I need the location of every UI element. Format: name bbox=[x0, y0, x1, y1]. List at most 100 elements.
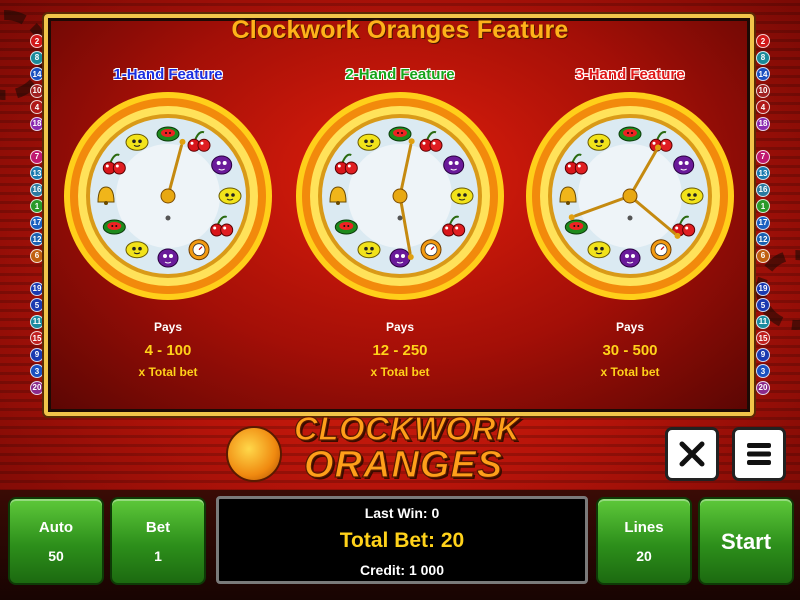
watermelon-icon bbox=[564, 219, 588, 235]
close-icon bbox=[679, 441, 705, 467]
payline-number: 3 bbox=[756, 364, 770, 378]
plum-icon bbox=[157, 248, 179, 268]
clock-mascot-icon bbox=[226, 426, 282, 482]
feature-label: 3-Hand Feature bbox=[575, 66, 685, 83]
plum-icon bbox=[673, 155, 695, 175]
payline-number: 12 bbox=[756, 232, 770, 246]
menu-icon bbox=[747, 443, 771, 465]
payline-number: 16 bbox=[756, 182, 770, 197]
lines-label: Lines bbox=[624, 519, 664, 536]
feature-title: Clockwork Oranges Feature bbox=[231, 16, 569, 44]
lemon-icon bbox=[357, 133, 381, 151]
payline-number: 10 bbox=[30, 83, 44, 98]
payline-number: 11 bbox=[30, 314, 44, 329]
clock-hand-tip bbox=[407, 254, 414, 261]
payline-number: 15 bbox=[30, 331, 44, 345]
credit-text: Credit: 1 000 bbox=[359, 562, 445, 578]
close-button[interactable] bbox=[665, 427, 719, 481]
clock-pin bbox=[397, 215, 403, 221]
bet-button[interactable]: Bet 1 bbox=[110, 497, 206, 585]
clock-center bbox=[392, 188, 408, 204]
clock-face bbox=[64, 92, 272, 300]
payline-number: 6 bbox=[756, 248, 770, 263]
auto-button[interactable]: Auto 50 bbox=[8, 497, 104, 585]
payline-number: 9 bbox=[756, 347, 770, 362]
clock-face bbox=[296, 92, 504, 300]
payline-number: 7 bbox=[30, 149, 44, 164]
logo-text-line2: ORANGES bbox=[303, 443, 504, 486]
game-logo: CLOCKWORK ORANGES bbox=[222, 409, 582, 487]
pays-block: Pays 12 - 250 x Total bet bbox=[290, 320, 510, 379]
payline-gap bbox=[756, 265, 772, 279]
lemon-icon bbox=[450, 187, 474, 205]
feature-2-hand: 2-Hand Feature Pays 12 - 250 x Total bet bbox=[290, 60, 510, 390]
clock-hand-tip bbox=[674, 232, 681, 239]
payline-number: 14 bbox=[756, 67, 770, 81]
watermelon-icon bbox=[618, 126, 642, 142]
plum-icon bbox=[211, 155, 233, 175]
payline-number: 1 bbox=[756, 199, 770, 213]
clock-face bbox=[526, 92, 734, 300]
feature-clock bbox=[294, 90, 506, 302]
feature-clock bbox=[62, 90, 274, 302]
payline-number: 20 bbox=[756, 380, 770, 395]
payline-number: 4 bbox=[756, 100, 770, 114]
clock-hand-tip bbox=[408, 138, 415, 145]
auto-value: 50 bbox=[48, 548, 64, 564]
pays-unit: x Total bet bbox=[138, 365, 198, 379]
bet-value: 1 bbox=[154, 548, 162, 564]
orange-icon bbox=[650, 239, 672, 261]
payline-number: 12 bbox=[30, 232, 44, 246]
clock-center bbox=[622, 188, 638, 204]
feature-label: 1-Hand Feature bbox=[113, 66, 223, 83]
pays-block: Pays 4 - 100 x Total bet bbox=[58, 320, 278, 379]
bet-label: Bet bbox=[145, 519, 171, 536]
watermelon-icon bbox=[156, 126, 180, 142]
pays-range: 4 - 100 bbox=[144, 342, 192, 359]
lemon-icon bbox=[680, 187, 704, 205]
payline-number: 16 bbox=[30, 182, 44, 197]
bell-icon bbox=[329, 186, 347, 205]
menu-button[interactable] bbox=[732, 427, 786, 481]
payline-number: 5 bbox=[756, 298, 770, 312]
payline-number: 10 bbox=[756, 83, 770, 98]
payline-number: 13 bbox=[756, 166, 770, 180]
pays-unit: x Total bet bbox=[370, 365, 430, 379]
start-label: Start bbox=[720, 529, 772, 554]
lemon-icon bbox=[587, 241, 611, 259]
paylines-right: 2 8 14 10 4 18 7 13 16 1 17 12 6 19 5 11 15 9 3 20 bbox=[756, 34, 772, 395]
lines-value: 20 bbox=[636, 548, 652, 564]
lemon-icon bbox=[587, 133, 611, 151]
payline-number: 8 bbox=[30, 50, 44, 65]
clock-center bbox=[160, 188, 176, 204]
start-button[interactable]: Start bbox=[698, 497, 794, 585]
feature-label: 2-Hand Feature bbox=[345, 66, 455, 83]
payline-number: 11 bbox=[756, 314, 770, 329]
lines-button[interactable]: Lines 20 bbox=[596, 497, 692, 585]
payline-number: 19 bbox=[30, 281, 44, 296]
last-win-text: Last Win: 0 bbox=[364, 505, 440, 521]
payline-number: 7 bbox=[756, 149, 770, 164]
feature-3-hand: 3-Hand Feature Pays 30 - 500 x Total bet bbox=[520, 60, 740, 390]
payline-number: 18 bbox=[30, 116, 44, 131]
payline-number: 5 bbox=[30, 298, 44, 312]
total-bet-text: Total Bet: 20 bbox=[339, 529, 465, 552]
orange-icon bbox=[420, 239, 442, 261]
watermelon-icon bbox=[388, 126, 412, 142]
bell-icon bbox=[97, 186, 115, 205]
payline-number: 4 bbox=[30, 100, 44, 114]
clock-pin bbox=[165, 215, 171, 221]
pays-block: Pays 30 - 500 x Total bet bbox=[520, 320, 740, 379]
payline-number: 15 bbox=[756, 331, 770, 345]
lemon-icon bbox=[125, 241, 149, 259]
pays-title: Pays bbox=[615, 320, 645, 334]
auto-label: Auto bbox=[38, 519, 74, 536]
plum-icon bbox=[389, 248, 411, 268]
payline-number: 14 bbox=[30, 67, 44, 81]
lemon-icon bbox=[125, 133, 149, 151]
feature-clock bbox=[524, 90, 736, 302]
payline-gap bbox=[756, 133, 772, 147]
payline-number: 3 bbox=[30, 364, 44, 378]
bet-info-display: Last Win: 0 Total Bet: 20 Credit: 1 000 bbox=[216, 496, 588, 584]
payline-number: 18 bbox=[756, 116, 770, 131]
